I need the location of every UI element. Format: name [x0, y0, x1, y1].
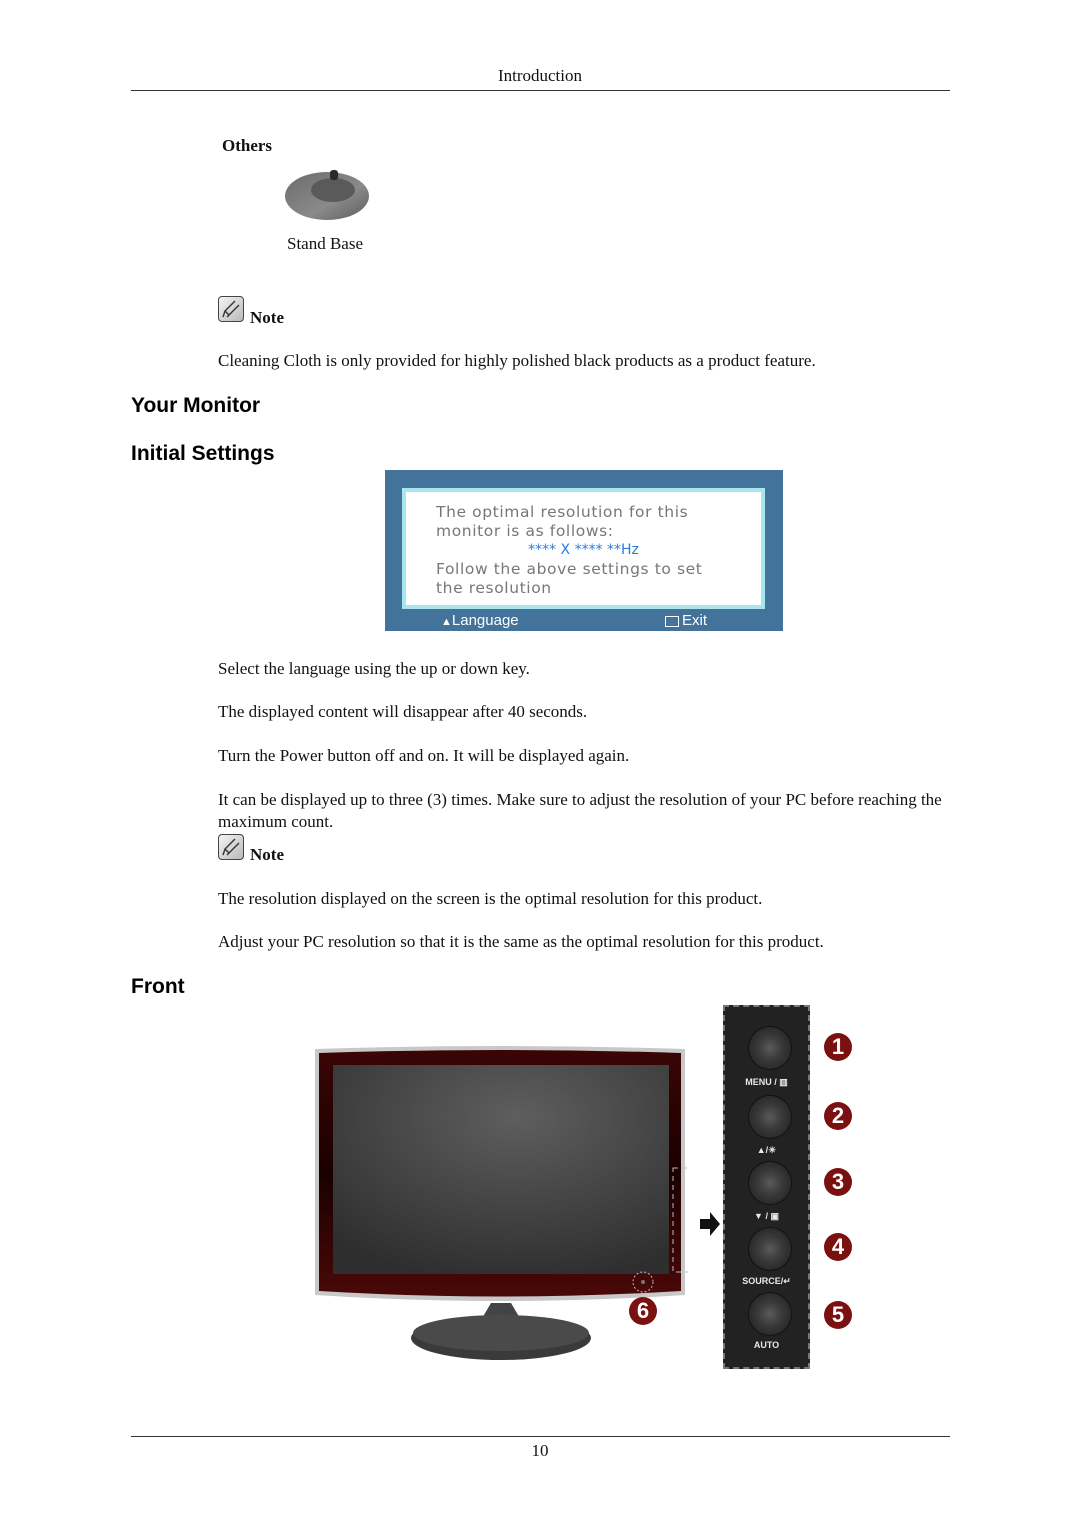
front-control-panel: MENU / ▥ ▲/☀ ▼ / ▣ SOURCE/↵ AUTO: [723, 1005, 810, 1369]
page-number: 10: [531, 1441, 549, 1460]
stand-base-label: Stand Base: [287, 234, 364, 253]
source-button[interactable]: [749, 1228, 791, 1270]
badge-2: 2: [824, 1102, 852, 1130]
badge-power-6: 6: [629, 1297, 657, 1325]
stand-base-image: [283, 168, 373, 224]
down-magic-button-label: ▼ / ▣: [754, 1211, 779, 1221]
note-text: Cleaning Cloth is only provided for high…: [218, 351, 816, 370]
osd-resolution-dialog: The optimal resolution for this monitor …: [385, 470, 783, 631]
osd-language-hint: ▲︎Language: [441, 610, 519, 631]
osd-resolution-value: **** X **** **Hz: [528, 542, 639, 558]
osd-line-4: the resolution: [436, 579, 552, 597]
note-label: Note: [250, 308, 284, 327]
paragraph-display-count: It can be displayed up to three (3) time…: [218, 790, 942, 831]
section-heading-front: Front: [131, 975, 185, 998]
osd-line-2: monitor is as follows:: [436, 522, 614, 540]
badge-5: 5: [824, 1301, 852, 1329]
auto-button[interactable]: [749, 1293, 791, 1335]
up-brightness-button-label: ▲/☀: [756, 1145, 777, 1155]
down-magic-button[interactable]: [749, 1162, 791, 1204]
section-heading-your-monitor: Your Monitor: [131, 394, 261, 417]
paragraph-power-button: Turn the Power button off and on. It wil…: [218, 746, 630, 765]
badge-1: 1: [824, 1033, 852, 1061]
others-heading: Others: [222, 136, 273, 155]
note-text-optimal: The resolution displayed on the screen i…: [218, 889, 763, 908]
badge-3: 3: [824, 1168, 852, 1196]
menu-button[interactable]: [749, 1027, 791, 1069]
footer-rule: [131, 1436, 950, 1437]
paragraph-disappear: The displayed content will disappear aft…: [218, 702, 588, 721]
menu-button-label: MENU / ▥: [745, 1077, 788, 1087]
osd-line-3: Follow the above settings to set: [436, 560, 703, 578]
source-button-label: SOURCE/↵: [742, 1276, 791, 1286]
note-label: Note: [250, 845, 284, 864]
header-rule: [131, 90, 950, 91]
arrow-right-icon: [700, 1212, 720, 1236]
note-pencil-icon: [218, 296, 244, 322]
menu-icon: [665, 615, 679, 627]
badge-4: 4: [824, 1233, 852, 1261]
up-brightness-button[interactable]: [749, 1096, 791, 1138]
note-pencil-icon: [218, 834, 244, 860]
auto-button-label: AUTO: [753, 1340, 780, 1350]
osd-exit-hint: Exit: [665, 610, 707, 631]
osd-line-1: The optimal resolution for this: [436, 503, 689, 521]
page-header-title: Introduction: [497, 66, 583, 85]
osd-language-label: Language: [451, 612, 519, 629]
note-text-adjust: Adjust your PC resolution so that it is …: [218, 932, 824, 951]
paragraph-select-language: Select the language using the up or down…: [218, 659, 530, 678]
osd-exit-label: Exit: [682, 612, 708, 629]
osd-message-box: The optimal resolution for this monitor …: [402, 488, 765, 609]
up-down-icon: ▲︎: [441, 616, 452, 628]
section-heading-initial-settings: Initial Settings: [131, 442, 275, 465]
